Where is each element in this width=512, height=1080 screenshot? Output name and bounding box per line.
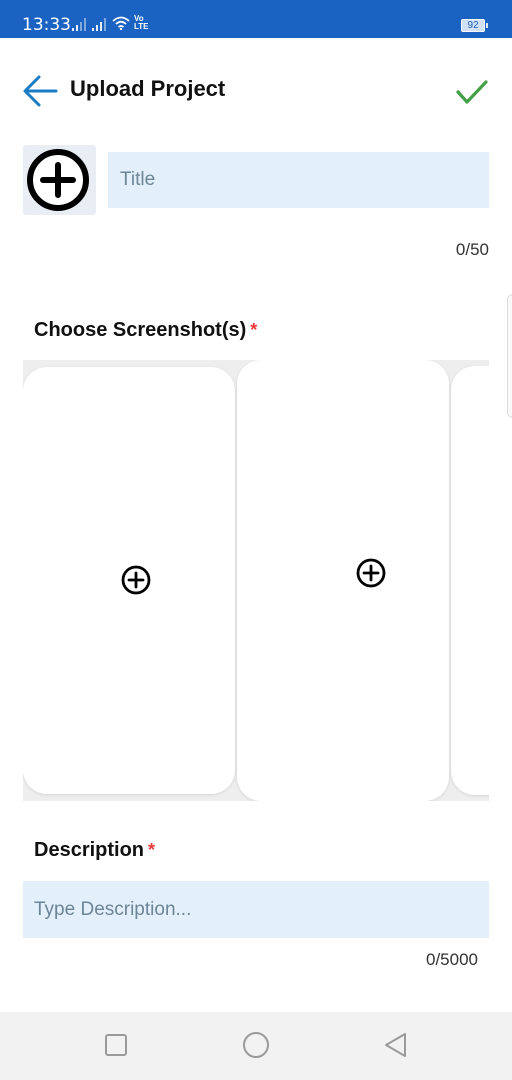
status-bar: 13:33 Vo LTE 92 bbox=[0, 0, 512, 38]
battery-indicator: 92 bbox=[461, 19, 485, 32]
required-marker: * bbox=[250, 320, 258, 340]
description-input[interactable] bbox=[23, 881, 489, 938]
status-time: 13:33 bbox=[22, 15, 71, 35]
description-label: Description * bbox=[34, 839, 156, 861]
screenshot-slot-2[interactable] bbox=[237, 360, 449, 801]
battery-tip bbox=[486, 23, 488, 28]
page-title: Upload Project bbox=[70, 76, 226, 101]
screenshot-slot-1[interactable] bbox=[23, 367, 235, 794]
upload-project-screen: 13:33 Vo LTE 92 Upload Project 0/50 Cho bbox=[0, 0, 512, 1080]
triangle-back-icon[interactable] bbox=[381, 1030, 411, 1060]
title-input[interactable] bbox=[108, 152, 489, 208]
check-icon[interactable] bbox=[452, 74, 492, 110]
signal-1-icon bbox=[72, 17, 88, 31]
required-marker: * bbox=[148, 840, 156, 860]
wifi-icon bbox=[112, 16, 130, 30]
square-icon[interactable] bbox=[101, 1030, 131, 1060]
system-nav-bar bbox=[0, 1012, 512, 1080]
plus-circle-icon bbox=[121, 565, 151, 595]
screenshots-carousel[interactable] bbox=[23, 360, 489, 801]
edge-panel-handle[interactable] bbox=[507, 294, 512, 418]
signal-2-icon bbox=[92, 17, 108, 31]
title-char-counter: 0/50 bbox=[455, 240, 489, 259]
volte-indicator: Vo LTE bbox=[134, 14, 149, 31]
description-char-counter: 0/5000 bbox=[426, 950, 478, 969]
arrow-left-icon[interactable] bbox=[20, 70, 62, 112]
project-thumbnail-picker[interactable] bbox=[23, 145, 96, 215]
screenshots-label: Choose Screenshot(s) * bbox=[34, 319, 258, 341]
circle-icon[interactable] bbox=[241, 1030, 271, 1060]
plus-circle-icon bbox=[27, 149, 89, 211]
plus-circle-icon bbox=[356, 558, 386, 588]
screenshot-slot-3[interactable] bbox=[451, 366, 489, 795]
